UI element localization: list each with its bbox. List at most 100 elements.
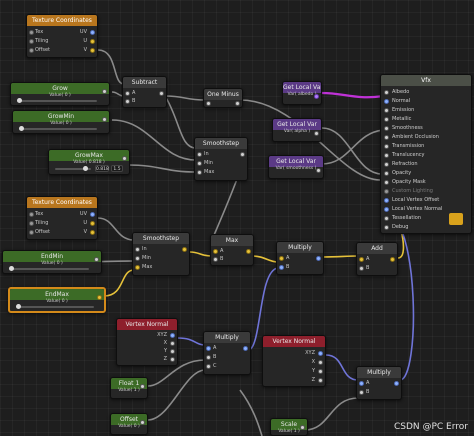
texture-coordinates-node[interactable]: Texture Coordinates Tex Tiling Offset UV… — [26, 196, 98, 240]
output-socket[interactable] — [182, 247, 187, 252]
output-socket[interactable] — [243, 346, 248, 351]
output-socket[interactable] — [170, 341, 175, 346]
output-socket[interactable] — [235, 101, 240, 106]
output-preview-icon[interactable] — [449, 213, 463, 225]
port-a: A — [286, 255, 290, 261]
endmin-property-node[interactable]: EndMin Value( 0 ) — [2, 250, 102, 274]
output-socket[interactable] — [170, 349, 175, 354]
output-socket[interactable] — [159, 91, 164, 96]
port-row: Tessellation — [384, 214, 421, 222]
output-socket[interactable] — [94, 257, 99, 262]
input-socket[interactable] — [206, 346, 211, 351]
input-socket[interactable] — [29, 30, 34, 35]
output-socket[interactable] — [102, 117, 107, 122]
input-socket[interactable] — [197, 152, 202, 157]
offset-property-node[interactable]: Offset Value( 0 ) — [110, 413, 148, 435]
output-socket[interactable] — [300, 425, 305, 430]
value-slider[interactable] — [55, 166, 91, 171]
input-socket[interactable] — [29, 230, 34, 235]
get-local-var-alpha-node[interactable]: Get Local Var Var( alpha ) — [272, 118, 322, 142]
grow-property-node[interactable]: Grow Value( 0 ) — [10, 82, 110, 106]
output-socket[interactable] — [90, 39, 95, 44]
smoothstep-node[interactable]: Smoothstep In Min Max — [132, 232, 190, 276]
value-slider[interactable] — [19, 126, 97, 131]
input-socket[interactable] — [29, 48, 34, 53]
output-socket[interactable] — [90, 30, 95, 35]
output-socket[interactable] — [140, 420, 145, 425]
growmin-property-node[interactable]: GrowMin Value( 0 ) — [12, 110, 110, 134]
scale-property-node[interactable]: Scale Value( 1 ) — [270, 418, 308, 436]
output-socket[interactable] — [90, 230, 95, 235]
output-socket[interactable] — [394, 381, 399, 386]
output-socket[interactable] — [140, 384, 145, 389]
input-socket[interactable] — [197, 161, 202, 166]
output-socket[interactable] — [314, 94, 319, 99]
vertex-normal-node[interactable]: Vertex Normal XYZ X Y Z — [262, 335, 326, 387]
output-socket[interactable] — [122, 156, 127, 161]
multiply-node[interactable]: Multiply A B C — [203, 331, 251, 375]
get-local-var-smoothness-node[interactable]: Get Local Var Var( smoothness ) — [268, 155, 324, 179]
input-socket[interactable] — [359, 390, 364, 395]
input-socket[interactable] — [135, 247, 140, 252]
input-socket[interactable] — [135, 265, 140, 270]
output-socket[interactable] — [246, 249, 251, 254]
max-field[interactable]: 1.5 — [111, 165, 123, 172]
input-socket[interactable] — [125, 99, 130, 104]
output-socket[interactable] — [102, 89, 107, 94]
output-socket[interactable] — [90, 212, 95, 217]
multiply-node[interactable]: Multiply A B — [356, 366, 402, 400]
output-socket[interactable] — [97, 295, 102, 300]
growmax-property-node[interactable]: GrowMax Value( 0.818 ) 0.818 1.5 — [48, 149, 130, 175]
node-editor-canvas[interactable]: Texture Coordinates Tex Tiling Offset UV… — [0, 0, 474, 436]
output-socket[interactable] — [316, 168, 321, 173]
subtract-node[interactable]: Subtract A B — [122, 76, 167, 108]
port-v: V — [83, 47, 87, 53]
add-node[interactable]: Add A B — [356, 242, 398, 276]
input-socket[interactable] — [197, 170, 202, 175]
output-socket[interactable] — [90, 48, 95, 53]
port-b: B — [132, 98, 136, 104]
input-socket[interactable] — [29, 221, 34, 226]
input-socket[interactable] — [279, 265, 284, 270]
port-row: Ambient Occlusion — [384, 133, 439, 141]
input-socket[interactable] — [29, 39, 34, 44]
output-socket[interactable] — [170, 333, 175, 338]
multiply-node[interactable]: Multiply A B — [276, 241, 324, 275]
input-socket[interactable] — [29, 212, 34, 217]
output-socket[interactable] — [314, 131, 319, 136]
value-field[interactable]: 0.818 — [95, 165, 109, 172]
output-socket[interactable] — [240, 152, 245, 157]
input-socket[interactable] — [213, 249, 218, 254]
output-socket[interactable] — [318, 360, 323, 365]
output-socket[interactable] — [390, 257, 395, 262]
output-socket[interactable] — [318, 369, 323, 374]
output-socket[interactable] — [170, 357, 175, 362]
float-property-node[interactable]: Float 1 Value( 1 ) — [110, 377, 148, 399]
get-local-var-albedo-node[interactable]: Get Local Var Var( albedo ) — [282, 81, 322, 105]
endmax-property-node[interactable]: EndMax Value( 0 ) — [8, 287, 106, 313]
input-socket[interactable] — [206, 355, 211, 360]
output-socket[interactable] — [318, 351, 323, 356]
one-minus-node[interactable]: One Minus — [203, 88, 243, 108]
output-socket[interactable] — [318, 378, 323, 383]
input-socket[interactable] — [359, 257, 364, 262]
output-socket[interactable] — [90, 221, 95, 226]
value-slider[interactable] — [16, 304, 94, 309]
port-row: Local Vertex Normal — [384, 205, 442, 213]
input-socket[interactable] — [125, 91, 130, 96]
input-socket[interactable] — [206, 364, 211, 369]
max-node[interactable]: Max A B — [210, 234, 254, 266]
input-socket[interactable] — [213, 257, 218, 262]
input-socket[interactable] — [135, 256, 140, 261]
vertex-normal-node[interactable]: Vertex Normal XYZ X Y Z — [116, 318, 178, 366]
input-socket[interactable] — [359, 381, 364, 386]
texture-coordinates-node[interactable]: Texture Coordinates Tex Tiling Offset UV… — [26, 14, 98, 58]
output-master-node[interactable]: Vfx Albedo Normal Emission Metallic Smoo… — [380, 74, 472, 234]
value-slider[interactable] — [9, 266, 89, 271]
input-socket[interactable] — [206, 101, 211, 106]
output-socket[interactable] — [316, 256, 321, 261]
smoothstep-node[interactable]: Smoothstep In Min Max — [194, 137, 248, 181]
value-slider[interactable] — [17, 98, 97, 103]
input-socket[interactable] — [359, 266, 364, 271]
input-socket[interactable] — [279, 256, 284, 261]
